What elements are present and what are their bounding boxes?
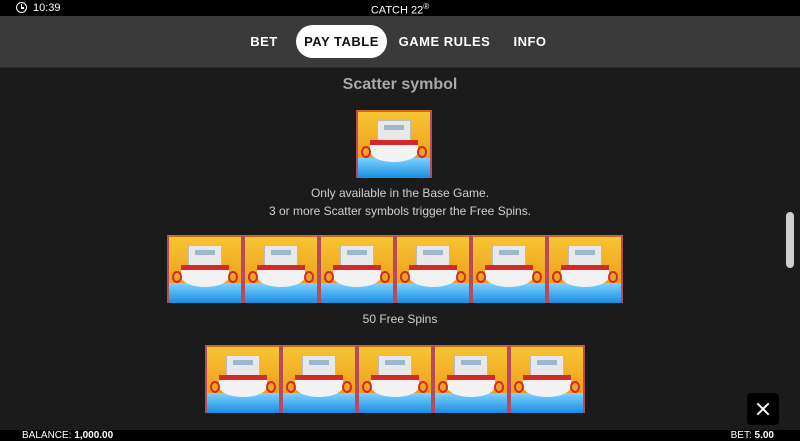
balance: BALANCE: 1,000.00 xyxy=(22,430,113,441)
scatter-description-2: 3 or more Scatter symbols trigger the Fr… xyxy=(268,204,532,218)
boat-scatter-icon xyxy=(281,345,357,413)
boat-scatter-icon xyxy=(357,345,433,413)
boat-scatter-icon xyxy=(205,345,281,413)
bet-label: BET: xyxy=(730,430,752,441)
close-button[interactable] xyxy=(747,393,779,425)
section-title: Scatter symbol xyxy=(342,76,458,93)
game-title: CATCH 22® xyxy=(0,2,800,17)
boat-scatter-icon xyxy=(243,235,319,303)
game-title-text: CATCH 22 xyxy=(370,4,424,17)
tab-bar: BET PAY TABLE GAME RULES INFO xyxy=(0,16,800,68)
tab-bet[interactable]: BET xyxy=(240,25,288,58)
tab-info[interactable]: INFO xyxy=(505,25,555,58)
bet: BET: 5.00 xyxy=(731,430,774,441)
boat-scatter-icon xyxy=(509,345,585,413)
pay-table-content: Scatter symbol Only available in the Bas… xyxy=(0,68,800,430)
boat-scatter-icon xyxy=(471,235,547,303)
tab-pay-table[interactable]: PAY TABLE xyxy=(296,25,387,58)
free-spins-caption: 50 Free Spins xyxy=(362,312,438,326)
scatter-description-1: Only available in the Base Game. xyxy=(310,186,490,200)
bet-value: 5.00 xyxy=(754,430,774,441)
footer-bar: BALANCE: 1,000.00 BET: 5.00 xyxy=(0,430,800,441)
tab-game-rules[interactable]: GAME RULES xyxy=(397,25,492,58)
boat-scatter-icon xyxy=(395,235,471,303)
boat-scatter-icon xyxy=(319,235,395,303)
boat-scatter-icon xyxy=(356,110,432,178)
boat-scatter-icon xyxy=(547,235,623,303)
boat-scatter-icon xyxy=(433,345,509,413)
registered-mark: ® xyxy=(423,2,430,11)
balance-value: 1,000.00 xyxy=(74,430,114,441)
status-bar: 10:39 CATCH 22® xyxy=(0,0,800,17)
balance-label: BALANCE: xyxy=(22,430,72,441)
scrollbar-thumb[interactable] xyxy=(786,212,794,268)
boat-scatter-icon xyxy=(167,235,243,303)
